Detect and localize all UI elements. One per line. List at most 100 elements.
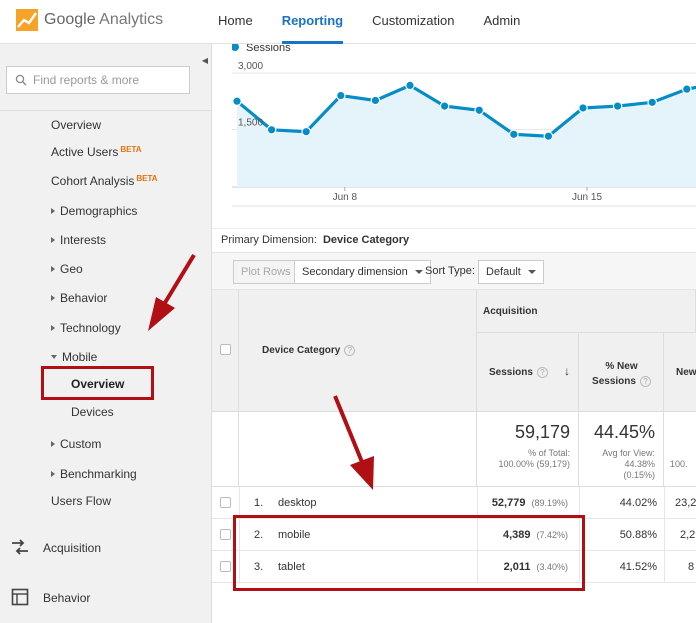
data-point bbox=[301, 126, 311, 137]
data-point bbox=[612, 101, 623, 111]
sidebar-item-label: Demographics bbox=[60, 204, 138, 218]
totals-spacer bbox=[212, 412, 239, 487]
new-users-header[interactable]: New bbox=[664, 333, 696, 412]
row-checkbox[interactable] bbox=[220, 529, 231, 540]
search-input[interactable]: Find reports & more bbox=[6, 66, 190, 94]
help-icon[interactable]: ? bbox=[639, 375, 651, 387]
sessions-label: Sessions bbox=[489, 367, 533, 379]
content-divider bbox=[212, 228, 696, 229]
top-bar: Google Analytics Home Reporting Customiz… bbox=[0, 0, 696, 44]
nav-home[interactable]: Home bbox=[218, 0, 253, 44]
row-sessions-value: 52,779 bbox=[491, 497, 526, 509]
nav-admin[interactable]: Admin bbox=[483, 0, 520, 44]
select-all-checkbox[interactable] bbox=[220, 344, 231, 355]
sidebar-item-mobile[interactable]: Mobile bbox=[51, 350, 97, 364]
sessions-header[interactable]: Sessions? ↓ bbox=[477, 333, 579, 412]
help-icon[interactable]: ? bbox=[344, 345, 356, 356]
data-point bbox=[508, 129, 519, 140]
sidebar-item-label: Cohort Analysis bbox=[51, 174, 135, 188]
primary-dimension-value[interactable]: Device Category bbox=[323, 234, 409, 246]
new-sessions-header[interactable]: % New Sessions? bbox=[579, 333, 664, 412]
sort-type-dropdown[interactable]: Default bbox=[478, 260, 544, 284]
data-point bbox=[439, 101, 450, 111]
chevron-down-icon bbox=[414, 270, 423, 274]
beta-badge: BETA bbox=[136, 174, 158, 183]
sidebar-item-custom[interactable]: Custom bbox=[51, 437, 101, 451]
expand-arrow-icon bbox=[51, 237, 55, 243]
row-new-users: 8 bbox=[688, 561, 695, 573]
highlight-box bbox=[233, 515, 585, 591]
new-sessions-label-1: % New bbox=[605, 361, 638, 372]
sidebar-item-label: Geo bbox=[60, 262, 83, 276]
sidebar-item-geo[interactable]: Geo bbox=[51, 262, 83, 276]
totals-label-cell bbox=[239, 412, 477, 487]
new-users-label: New bbox=[676, 367, 696, 378]
total-sessions-sub2: 100.00% (59,179) bbox=[498, 459, 570, 469]
google-analytics-logo[interactable]: Google Analytics bbox=[16, 9, 163, 31]
expand-arrow-icon bbox=[51, 295, 55, 301]
sidebar-item-label: Benchmarking bbox=[60, 467, 137, 481]
expand-arrow-icon bbox=[51, 266, 55, 272]
table-toolbar: Plot Rows Secondary dimension Sort Type:… bbox=[212, 252, 696, 290]
sidebar-item-technology[interactable]: Technology bbox=[51, 321, 121, 335]
section-acquisition[interactable]: Acquisition bbox=[43, 541, 101, 555]
x-tick-label: Jun 8 bbox=[333, 192, 358, 203]
acquisition-icon bbox=[10, 537, 30, 557]
collapse-arrow-icon bbox=[51, 355, 57, 359]
plot-rows-button[interactable]: Plot Rows bbox=[233, 260, 299, 284]
legend-marker bbox=[232, 44, 239, 51]
data-point bbox=[647, 97, 657, 108]
beta-badge: BETA bbox=[120, 145, 142, 154]
total-new-sub2: 44.38% bbox=[624, 459, 655, 469]
sidebar-item-active-users[interactable]: Active Users BETA bbox=[51, 145, 142, 159]
sidebar-item-label: Active Users bbox=[51, 145, 119, 159]
y-tick-label: 1,500 bbox=[238, 118, 263, 129]
total-new-users-sub: 100. bbox=[670, 459, 688, 469]
sidebar-item-demographics[interactable]: Demographics bbox=[51, 204, 137, 218]
sidebar-item-label: Mobile bbox=[62, 350, 98, 364]
sidebar-item-behavior[interactable]: Behavior bbox=[51, 291, 107, 305]
sidebar-item-mobile-overview[interactable]: Overview bbox=[41, 366, 154, 400]
sidebar-item-cohort-analysis[interactable]: Cohort Analysis BETA bbox=[51, 174, 158, 188]
data-point bbox=[474, 105, 484, 116]
data-point bbox=[266, 125, 277, 135]
row-checkbox[interactable] bbox=[220, 561, 231, 572]
sidebar-item-benchmarking[interactable]: Benchmarking bbox=[51, 467, 137, 481]
sidebar-item-users-flow[interactable]: Users Flow bbox=[51, 494, 111, 508]
expand-arrow-icon bbox=[51, 325, 55, 331]
primary-dimension: Primary Dimension: Device Category bbox=[221, 234, 409, 246]
search-placeholder: Find reports & more bbox=[33, 73, 140, 87]
chevron-down-icon bbox=[527, 270, 536, 274]
acquisition-label: Acquisition bbox=[483, 306, 538, 317]
sidebar-item-overview[interactable]: Overview bbox=[51, 118, 101, 132]
device-category-label: Device Category bbox=[262, 345, 341, 357]
row-checkbox[interactable] bbox=[220, 497, 231, 508]
nav-customization[interactable]: Customization bbox=[372, 0, 454, 44]
row-sessions-pct: (89.19%) bbox=[531, 498, 568, 508]
sidebar-item-label: Interests bbox=[60, 233, 107, 247]
collapse-sidebar-icon[interactable]: ◀ bbox=[198, 49, 212, 73]
search-icon bbox=[15, 74, 27, 86]
sidebar-item-interests[interactable]: Interests bbox=[51, 233, 106, 247]
data-point bbox=[681, 84, 692, 94]
section-behavior[interactable]: Behavior bbox=[43, 591, 90, 605]
sidebar: ◀ Find reports & more Overview Active Us… bbox=[0, 44, 212, 623]
main-nav: Home Reporting Customization Admin bbox=[218, 0, 549, 44]
acquisition-group-header: Acquisition bbox=[477, 290, 696, 333]
row-new-users: 2,2 bbox=[680, 529, 696, 541]
sidebar-item-label: Overview bbox=[71, 377, 125, 391]
data-point bbox=[336, 90, 346, 101]
sessions-chart: 3,000 1,500 Jun 8 Jun 15 Sessions bbox=[232, 44, 696, 207]
sidebar-item-devices[interactable]: Devices bbox=[71, 405, 114, 419]
expand-arrow-icon bbox=[51, 208, 55, 214]
secondary-dimension-dropdown[interactable]: Secondary dimension bbox=[294, 260, 431, 284]
total-new-sessions: 44.45% bbox=[593, 422, 655, 442]
nav-reporting[interactable]: Reporting bbox=[281, 0, 344, 44]
behavior-icon bbox=[11, 588, 31, 608]
totals-sessions: 59,179 % of Total: 100.00% (59,179) bbox=[477, 412, 579, 487]
column-divider bbox=[664, 487, 665, 583]
sort-descending-icon[interactable]: ↓ bbox=[564, 364, 570, 378]
device-category-header[interactable]: Device Category? bbox=[239, 290, 477, 412]
help-icon[interactable]: ? bbox=[536, 367, 548, 378]
legend-label: Sessions bbox=[246, 44, 291, 54]
